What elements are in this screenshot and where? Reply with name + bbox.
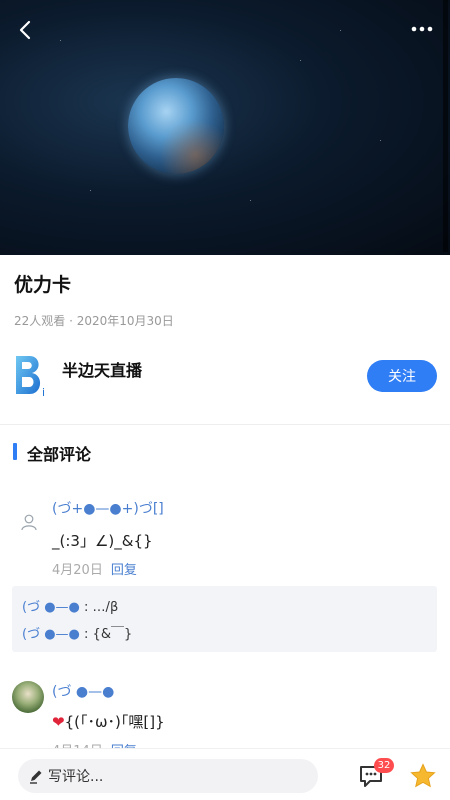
star-icon[interactable] <box>410 763 436 789</box>
chevron-left-icon[interactable] <box>14 18 38 42</box>
planet-image <box>128 78 224 174</box>
more-dots-icon[interactable] <box>410 22 434 36</box>
default-avatar-icon[interactable] <box>20 513 38 531</box>
reply-button[interactable]: 回复 <box>111 563 137 578</box>
comments-section-title: 全部评论 <box>27 445 92 464</box>
comment-count-badge: 32 <box>374 758 394 773</box>
comment-text: {(｢･ω･)｢嘿[]} <box>64 713 165 731</box>
reply-list: (づ ●—● : …/β (づ ●—● : {&￣} <box>12 586 437 652</box>
comment-input[interactable]: 写评论... <box>18 759 318 793</box>
heart-icon: ❤ <box>52 713 65 731</box>
reply-item[interactable]: (づ ●—● : …/β <box>22 596 118 615</box>
video-edge <box>443 0 448 252</box>
avatar[interactable] <box>12 681 44 713</box>
pen-icon <box>30 770 42 784</box>
reply-username[interactable]: (づ ●—● <box>22 600 80 615</box>
reply-text: : …/β <box>84 600 119 615</box>
video-title: 优力卡 <box>14 274 72 296</box>
reply-text: : {&￣} <box>84 627 133 642</box>
video-player[interactable] <box>0 0 450 255</box>
bottom-bar: 写评论... 32 <box>0 748 450 800</box>
comment-username[interactable]: (づ+●—●+)づ[] <box>52 498 164 518</box>
channel-logo[interactable]: i <box>12 352 52 398</box>
comment-text: _(:3」∠)_&{} <box>52 532 153 550</box>
comment-username[interactable]: (づ ●—● <box>52 681 114 701</box>
section-accent-bar <box>13 443 17 460</box>
video-meta: 22人观看 · 2020年10月30日 <box>14 314 174 328</box>
comment-input-placeholder: 写评论... <box>48 769 104 785</box>
comment-date: 4月20日 <box>52 563 103 578</box>
channel-name[interactable]: 半边天直播 <box>62 357 142 381</box>
comment-text-line: ❤{(｢･ω･)｢嘿[]} <box>52 711 165 732</box>
follow-button[interactable]: 关注 <box>367 360 437 392</box>
svg-text:i: i <box>42 386 45 398</box>
reply-item[interactable]: (づ ●—● : {&￣} <box>22 623 132 642</box>
comment-meta: 4月20日 回复 <box>52 559 137 578</box>
divider <box>0 424 450 425</box>
reply-username[interactable]: (づ ●—● <box>22 627 80 642</box>
